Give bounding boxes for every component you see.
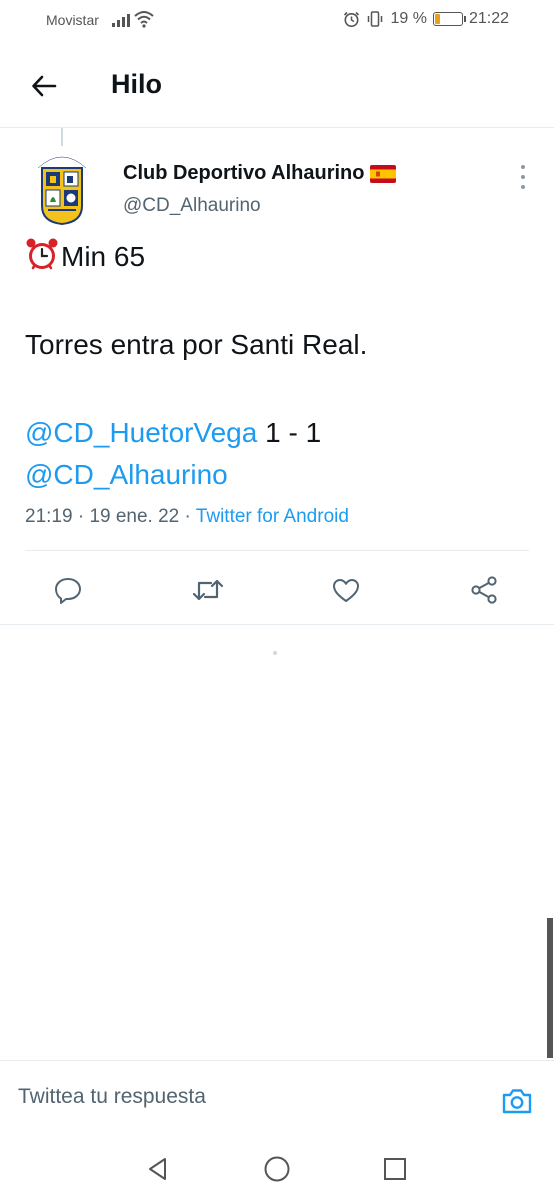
mention-link[interactable]: @CD_Alhaurino	[25, 459, 228, 490]
avatar[interactable]	[34, 146, 90, 226]
author-name[interactable]: Club Deportivo Alhaurino	[123, 162, 397, 185]
author-handle[interactable]: @CD_Alhaurino	[123, 195, 261, 217]
status-right: 19 % 21:22	[343, 10, 509, 28]
author-name-text: Club Deportivo Alhaurino	[123, 162, 365, 184]
divider	[25, 550, 529, 551]
mention-link[interactable]: @CD_HuetorVega	[25, 417, 257, 448]
like-button[interactable]	[328, 572, 364, 608]
more-options-button[interactable]	[512, 165, 534, 189]
carrier-label: Movistar	[46, 12, 99, 28]
signal-icon	[112, 12, 130, 27]
wifi-icon	[134, 11, 154, 28]
tweet-source-link[interactable]: Twitter for Android	[196, 506, 349, 527]
scrollbar[interactable]	[547, 918, 553, 1058]
nav-back-icon	[149, 1158, 166, 1180]
tweet-line-1: Min 65	[25, 236, 535, 278]
nav-recents-icon	[384, 1158, 406, 1180]
tweet-line-1-text: Min 65	[61, 241, 146, 272]
meta-separator: ·	[72, 506, 90, 527]
reply-button[interactable]	[50, 572, 86, 608]
battery-icon	[432, 12, 466, 26]
battery-percent: 19 %	[390, 10, 427, 27]
nav-home-icon	[264, 1156, 290, 1182]
arrow-left-icon	[32, 75, 57, 97]
loading-indicator	[273, 651, 277, 655]
score-text: 1 - 1	[257, 417, 322, 448]
tweet-actions	[0, 560, 554, 620]
camera-button[interactable]	[498, 1082, 536, 1120]
tweet-meta: 21:19 · 19 ene. 22 · Twitter for Android	[25, 506, 349, 528]
tweet-text: Min 65 Torres entra por Santi Real. @CD_…	[25, 236, 535, 496]
share-icon	[471, 576, 497, 604]
alarm-clock-emoji	[26, 238, 58, 270]
thread-connector-line	[61, 128, 63, 146]
nav-recents-button[interactable]	[380, 1154, 410, 1184]
tweet-date: 19 ene. 22	[89, 506, 180, 527]
battery-fill	[434, 14, 440, 24]
vibrate-icon	[368, 11, 383, 27]
system-nav-bar	[0, 1140, 554, 1200]
nav-back-button[interactable]	[143, 1154, 173, 1184]
retweet-icon	[192, 579, 224, 601]
alarm-icon	[344, 11, 360, 27]
nav-home-button[interactable]	[262, 1154, 292, 1184]
spain-flag-icon	[370, 164, 397, 183]
camera-icon	[502, 1089, 532, 1114]
status-time: 21:22	[468, 10, 509, 27]
tweet-line-3: @CD_HuetorVega 1 - 1	[25, 412, 535, 454]
meta-separator: ·	[179, 506, 196, 527]
share-button[interactable]	[466, 572, 502, 608]
reply-bar: Twittea tu respuesta	[0, 1060, 554, 1140]
tweet-line-4: @CD_Alhaurino	[25, 454, 535, 496]
tweet-line-2: Torres entra por Santi Real.	[25, 329, 368, 360]
tweet-time: 21:19	[25, 506, 73, 527]
heart-icon	[333, 579, 359, 602]
page-title: Hilo	[111, 69, 162, 99]
reply-input[interactable]: Twittea tu respuesta	[18, 1085, 206, 1109]
status-bar: Movistar 19 % 21:22	[0, 0, 554, 42]
divider	[0, 624, 554, 625]
retweet-button[interactable]	[190, 572, 226, 608]
back-button[interactable]	[26, 68, 62, 104]
top-app-bar: Hilo	[0, 42, 554, 128]
more-vertical-icon	[521, 165, 525, 169]
reply-icon	[55, 578, 81, 604]
